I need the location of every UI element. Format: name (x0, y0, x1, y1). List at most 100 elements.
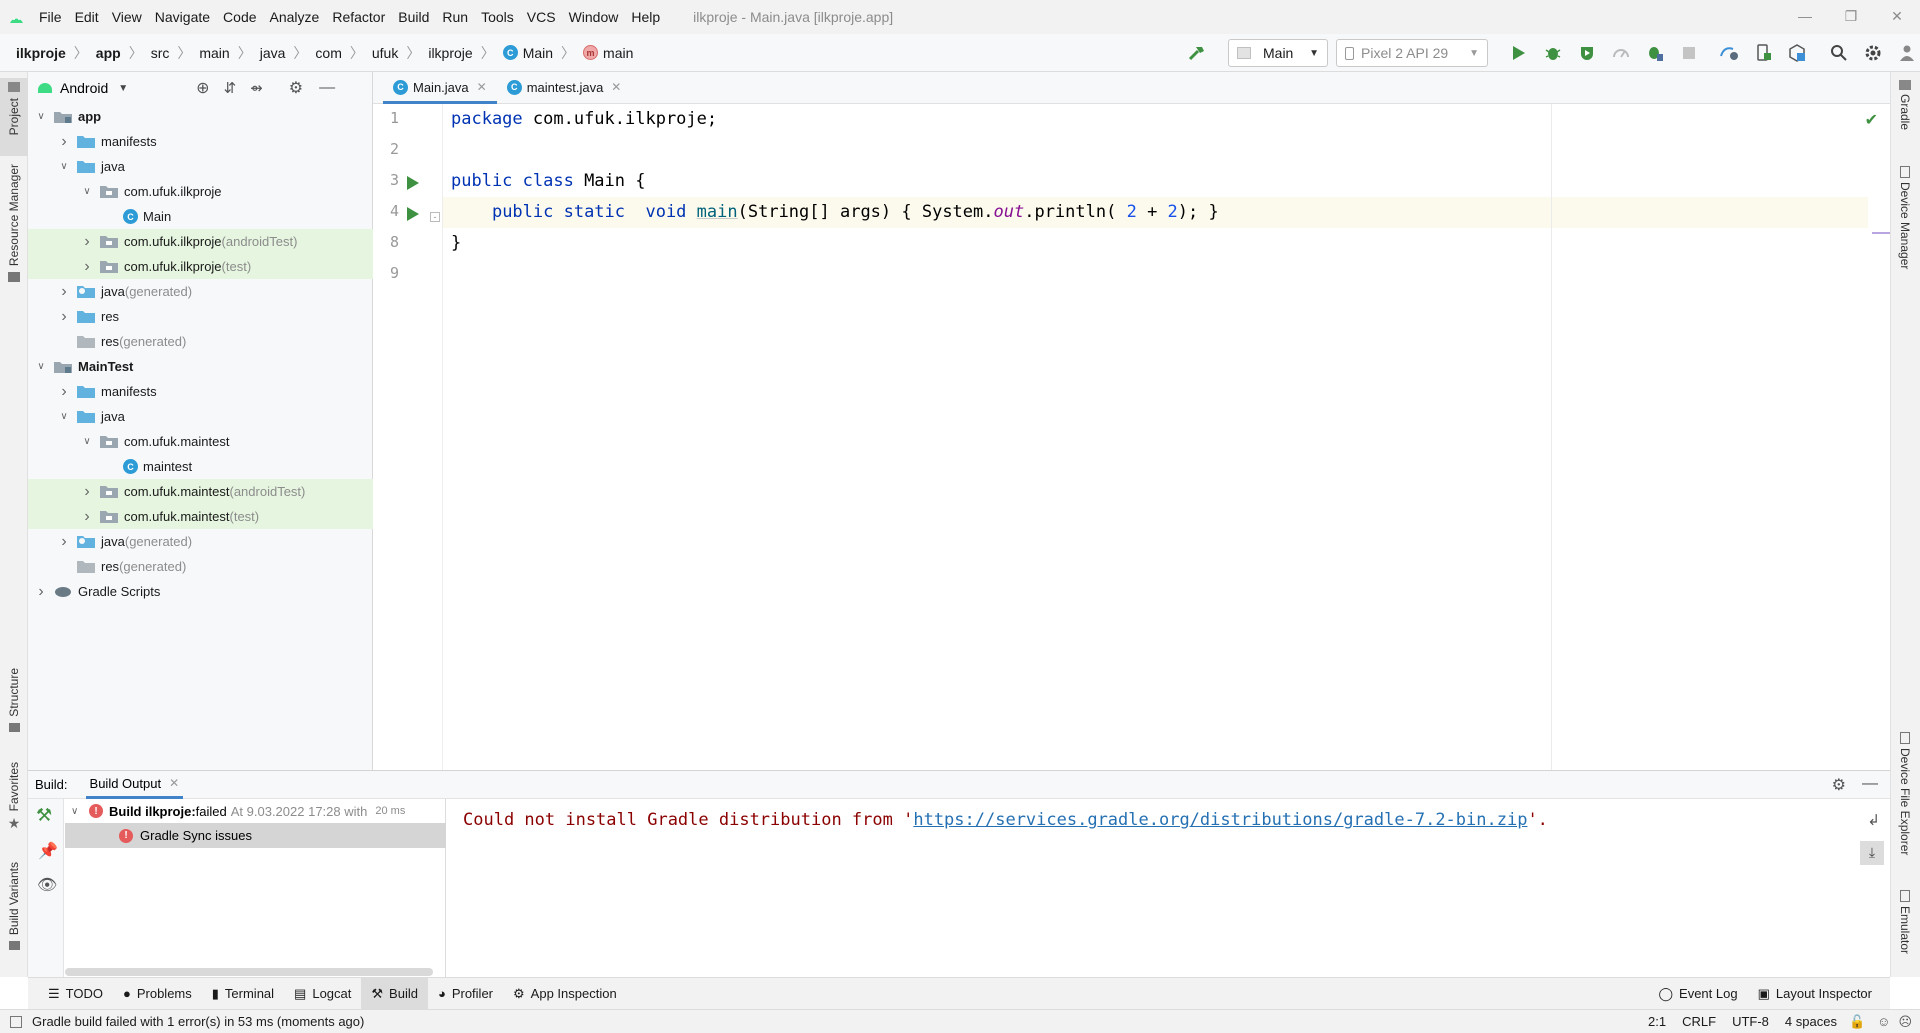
resource-manager-tab[interactable]: Resource Manager (0, 164, 28, 304)
menu-build[interactable]: Build (398, 9, 429, 25)
structure-tab[interactable]: Structure (0, 668, 28, 748)
indent-setting[interactable]: 4 spaces (1785, 1014, 1837, 1029)
chevron-down-icon[interactable]: ∨ (57, 410, 71, 424)
fold-icon[interactable]: - (430, 212, 440, 222)
menu-refactor[interactable]: Refactor (332, 9, 385, 25)
search-icon[interactable] (1822, 38, 1856, 68)
hide-panel-icon[interactable]: — (319, 79, 335, 97)
tree-item[interactable]: ∨ com.ufuk.ilkproje (28, 179, 373, 204)
tree-item[interactable]: › res (28, 304, 373, 329)
tab-problems[interactable]: ● Problems (113, 978, 202, 1010)
tree-item[interactable]: › com.ufuk.maintest (test) (28, 504, 373, 529)
file-encoding[interactable]: UTF-8 (1732, 1014, 1769, 1029)
settings-gear-icon[interactable] (1856, 38, 1890, 68)
tree-item[interactable]: › java (generated) (28, 279, 373, 304)
status-message[interactable]: Gradle build failed with 1 error(s) in 5… (32, 1014, 364, 1029)
status-toggle-icon[interactable] (10, 1015, 22, 1028)
chevron-right-icon[interactable]: › (34, 583, 48, 600)
hide-build-panel-icon[interactable]: — (1862, 775, 1878, 793)
tab-terminal[interactable]: ▮ Terminal (202, 978, 284, 1010)
tree-item[interactable]: › java (generated) (28, 529, 373, 554)
close-window-icon[interactable]: ✕ (1874, 0, 1920, 32)
menu-navigate[interactable]: Navigate (155, 9, 210, 25)
tab-app-inspection[interactable]: ⚙ App Inspection (503, 978, 627, 1010)
eye-icon[interactable]: 👁 (37, 875, 57, 895)
locate-target-icon[interactable]: ⊕ (196, 78, 209, 98)
caret-position[interactable]: 2:1 (1648, 1014, 1666, 1029)
attach-debugger-icon[interactable] (1638, 38, 1672, 68)
menu-tools[interactable]: Tools (481, 9, 514, 25)
menu-vcs[interactable]: VCS (527, 9, 556, 25)
gradle-tab[interactable]: Gradle (1891, 80, 1919, 150)
close-tab-icon[interactable]: ✕ (477, 80, 487, 94)
chevron-right-icon[interactable]: › (80, 258, 94, 275)
breadcrumb-main[interactable]: main (199, 45, 229, 61)
sad-feedback-icon[interactable]: ☹ (1898, 1014, 1912, 1030)
profile-icon[interactable] (1604, 38, 1638, 68)
chevron-down-icon[interactable]: ∨ (34, 110, 48, 124)
menu-analyze[interactable]: Analyze (270, 9, 320, 25)
scroll-to-end-icon[interactable]: ⤓ (1860, 841, 1884, 865)
device-select[interactable]: Pixel 2 API 29 ▼ (1336, 39, 1488, 67)
tree-item[interactable]: › manifests (28, 129, 373, 154)
tab-profiler[interactable]: ◕ Profiler (428, 978, 503, 1010)
minimize-icon[interactable]: — (1782, 0, 1828, 32)
tree-item[interactable]: ∨ java (28, 404, 373, 429)
code-with-me-icon[interactable] (1890, 38, 1920, 68)
sync-gradle-icon[interactable] (1712, 38, 1746, 68)
chevron-right-icon[interactable]: › (80, 233, 94, 250)
device-manager-tab[interactable]: Device Manager (1891, 166, 1919, 286)
make-project-hammer-icon[interactable] (1180, 38, 1214, 68)
breadcrumb-ufuk[interactable]: ufuk (372, 45, 398, 61)
build-variants-tab[interactable]: Build Variants (0, 862, 28, 962)
menu-edit[interactable]: Edit (75, 9, 99, 25)
stop-icon[interactable] (1672, 38, 1706, 68)
rebuild-hammer-icon[interactable]: ⚒ (36, 805, 52, 826)
tab-main-java[interactable]: C Main.java ✕ (383, 71, 497, 104)
debug-icon[interactable] (1536, 38, 1570, 68)
tab-maintest-java[interactable]: C maintest.java ✕ (497, 71, 632, 103)
breadcrumb-java[interactable]: java (260, 45, 286, 61)
run-class-gutter-icon[interactable] (406, 176, 420, 190)
menu-view[interactable]: View (112, 9, 142, 25)
favorites-tab[interactable]: Favorites ★ (0, 762, 28, 840)
emulator-tab[interactable]: Emulator (1891, 890, 1919, 970)
breadcrumb-src[interactable]: src (151, 45, 170, 61)
chevron-right-icon[interactable]: › (57, 308, 71, 325)
breadcrumb-project[interactable]: ilkproje (16, 45, 66, 61)
breadcrumb-class[interactable]: Main (523, 45, 553, 61)
sdk-manager-icon[interactable] (1780, 38, 1814, 68)
chevron-down-icon[interactable]: ∨ (80, 185, 94, 199)
lock-icon[interactable]: 🔓 (1849, 1014, 1865, 1030)
build-output-tab[interactable]: Build Output ✕ (85, 771, 184, 799)
menu-help[interactable]: Help (631, 9, 660, 25)
build-tree-root[interactable]: ∨ ! Build ilkproje: failed At 9.03.2022 … (65, 799, 446, 823)
chevron-down-icon[interactable]: ▼ (118, 83, 128, 94)
project-tool-tab[interactable]: Project (0, 78, 28, 156)
menu-file[interactable]: File (39, 9, 62, 25)
tree-item[interactable]: res (generated) (28, 329, 373, 354)
tree-item[interactable]: › Gradle Scripts (28, 579, 373, 604)
run-config-select[interactable]: Main ▼ (1228, 39, 1328, 67)
chevron-down-icon[interactable]: ∨ (71, 806, 85, 817)
run-with-coverage-icon[interactable] (1570, 38, 1604, 68)
tab-event-log[interactable]: ◯ Event Log (1648, 978, 1747, 1010)
tab-layout-inspector[interactable]: ▣ Layout Inspector (1748, 978, 1882, 1010)
tree-item[interactable]: ∨ app (28, 104, 373, 129)
expand-all-icon[interactable]: ⇵ (224, 79, 237, 97)
smile-feedback-icon[interactable]: ☺ (1877, 1014, 1890, 1029)
breadcrumb-method[interactable]: main (603, 45, 633, 61)
gradle-download-link[interactable]: https://services.gradle.org/distribution… (913, 810, 1527, 830)
soft-wrap-icon[interactable]: ↲ (1867, 811, 1880, 829)
horizontal-scrollbar[interactable] (65, 968, 433, 976)
menu-code[interactable]: Code (223, 9, 256, 25)
close-tab-icon[interactable]: ✕ (611, 80, 621, 94)
menu-run[interactable]: Run (442, 9, 468, 25)
build-settings-gear-icon[interactable]: ⚙ (1832, 775, 1846, 795)
breadcrumb-module[interactable]: app (96, 45, 121, 61)
chevron-down-icon[interactable]: ∨ (80, 435, 94, 449)
tree-item[interactable]: res (generated) (28, 554, 373, 579)
project-view-select[interactable]: Android (60, 80, 108, 96)
tree-item[interactable]: › manifests (28, 379, 373, 404)
chevron-right-icon[interactable]: › (57, 533, 71, 550)
